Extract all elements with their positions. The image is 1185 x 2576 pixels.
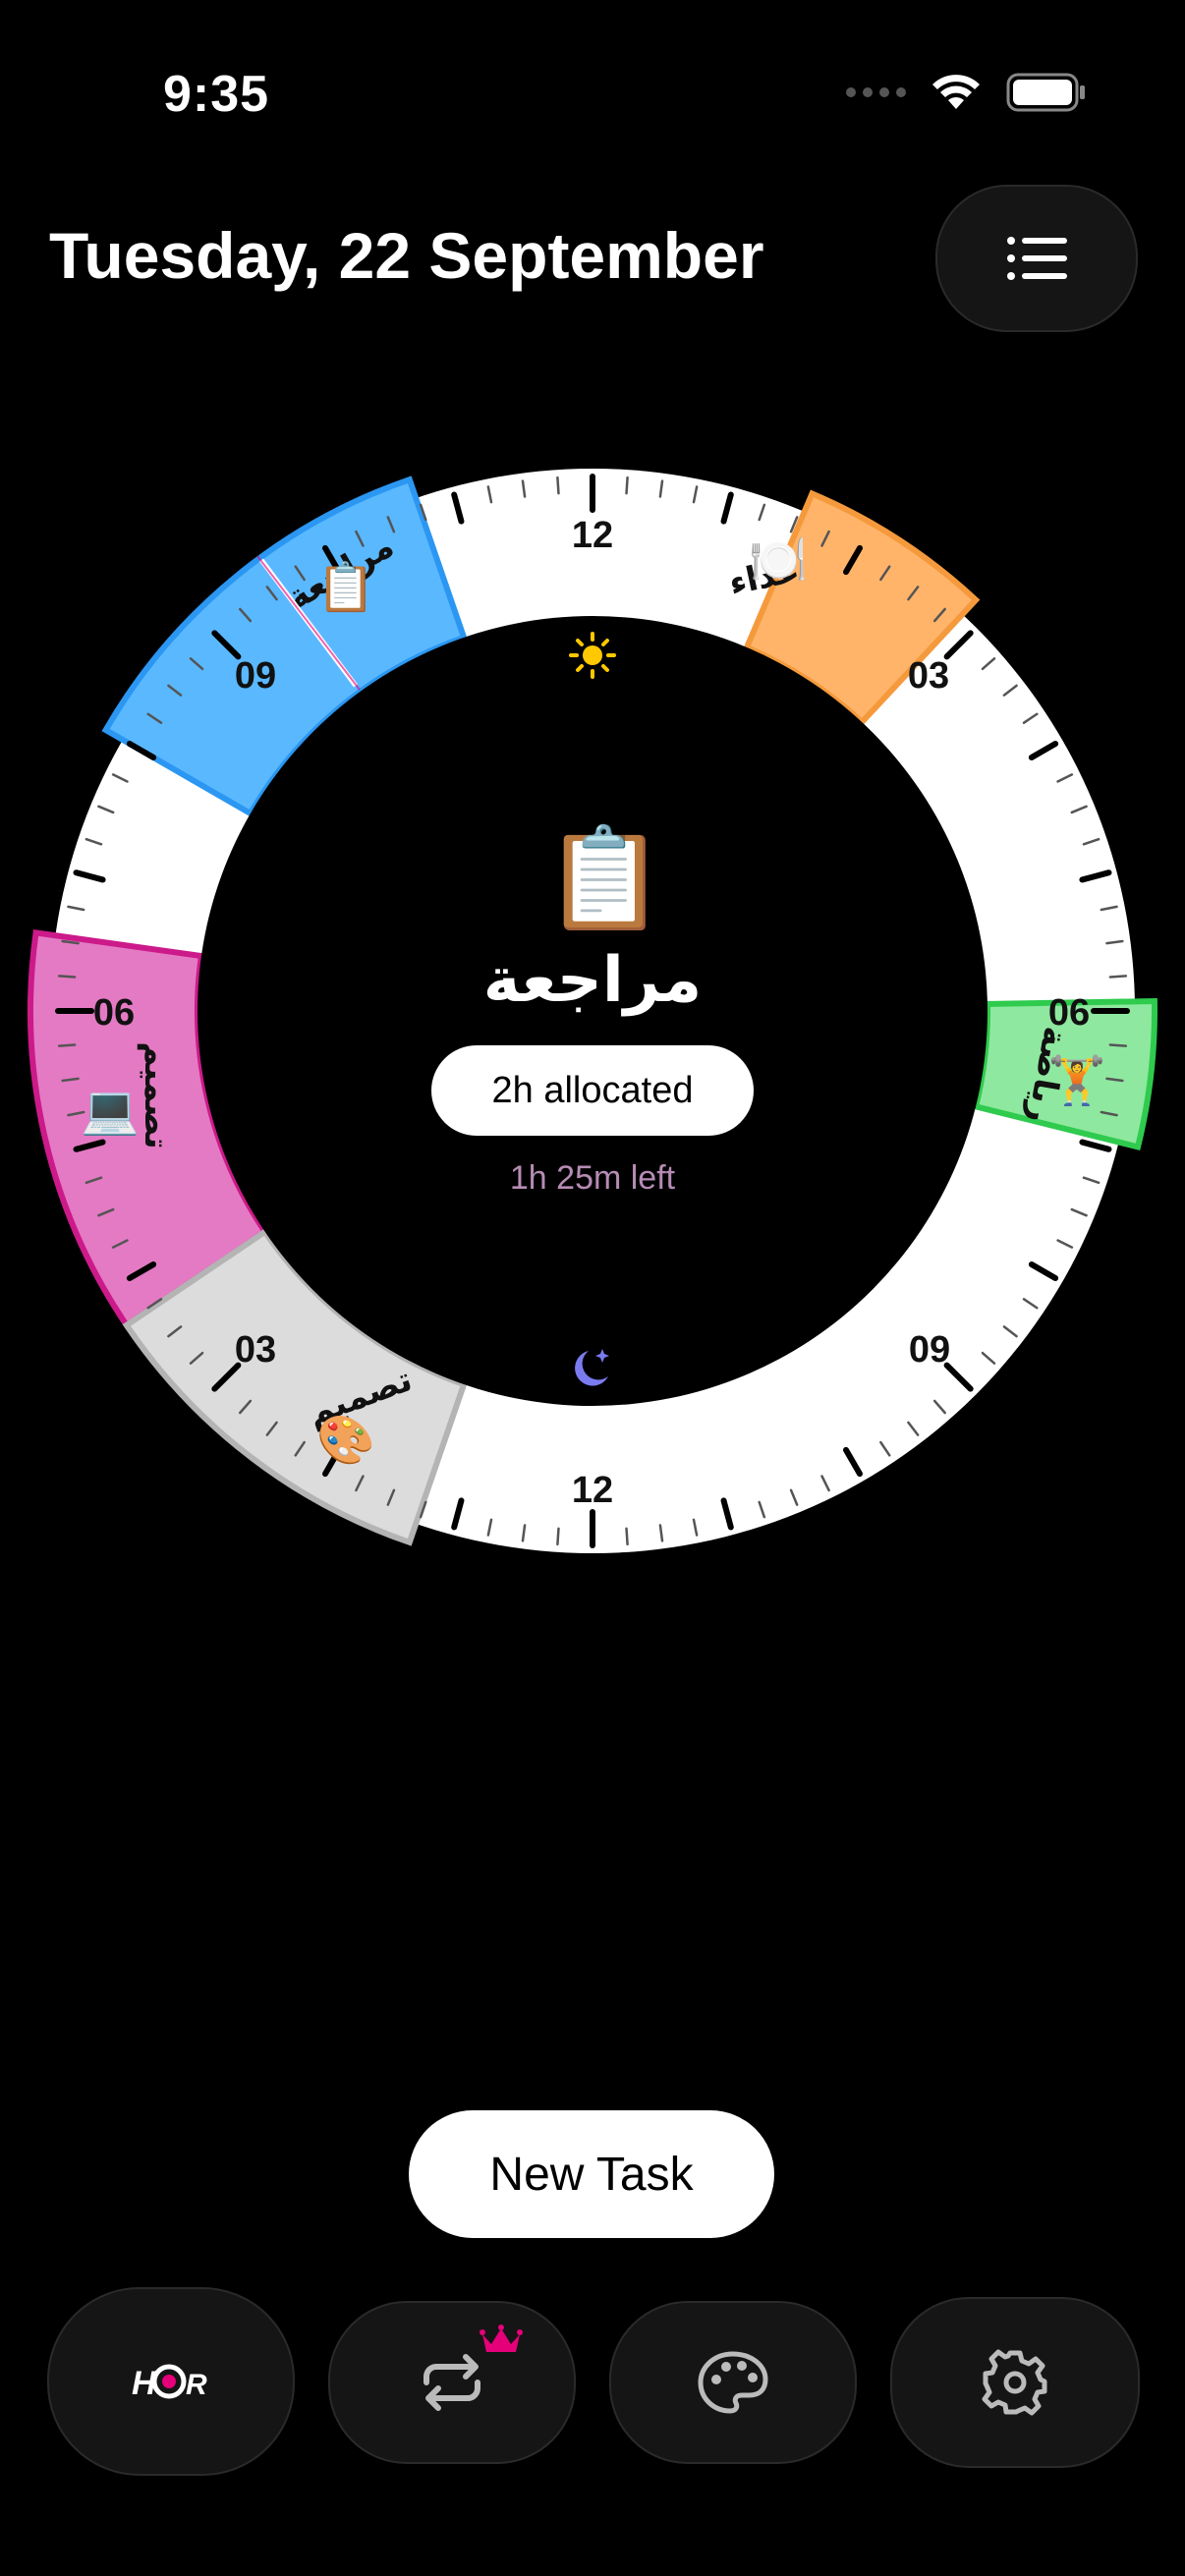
dial-tick bbox=[556, 1527, 560, 1546]
task-segment-emoji: 📋 bbox=[316, 560, 375, 614]
dial-hour-label: 09 bbox=[909, 1329, 950, 1371]
tab-routines[interactable] bbox=[328, 2301, 576, 2464]
tab-settings[interactable] bbox=[890, 2297, 1140, 2468]
task-segment-emoji: 💻 bbox=[81, 1085, 140, 1137]
dial-hour-label: 09 bbox=[235, 655, 276, 697]
task-segment-label: تصميم bbox=[137, 1041, 176, 1149]
dial-hour-label: 12 bbox=[572, 515, 613, 556]
screen: 9:35 Tuesday, 22 September 12 03 09 12 09 03 0… bbox=[0, 0, 1185, 2576]
dial-tick bbox=[625, 1527, 629, 1546]
dial-tick bbox=[556, 476, 560, 495]
dial-hour-label: 03 bbox=[908, 655, 949, 697]
tab-hour[interactable]: H R bbox=[47, 2287, 295, 2476]
dial-hour-label: 06 bbox=[93, 992, 135, 1034]
repeat-icon bbox=[423, 2354, 480, 2411]
time-remaining: 1h 25m left bbox=[509, 1159, 676, 1197]
current-task-name: مراجعة bbox=[482, 944, 703, 1015]
dial-hour-label: 03 bbox=[235, 1329, 276, 1371]
palette-icon bbox=[698, 2351, 768, 2414]
hour-logo-icon: H R bbox=[132, 2364, 207, 2402]
gear-icon bbox=[982, 2349, 1047, 2416]
dial-tick bbox=[625, 476, 629, 495]
current-task-emoji: 📋 bbox=[543, 823, 666, 933]
crown-icon bbox=[480, 2324, 523, 2352]
task-segment-emoji: 🍽️ bbox=[749, 534, 808, 587]
dial-tick bbox=[57, 1043, 77, 1047]
task-segment-emoji: 🏋️ bbox=[1047, 1053, 1106, 1107]
allocated-badge[interactable]: 2h allocated bbox=[431, 1045, 754, 1136]
dial-tick bbox=[1108, 975, 1128, 979]
task-segment-emoji: 🎨 bbox=[316, 1412, 375, 1467]
dial-hour-label: 12 bbox=[572, 1470, 613, 1511]
svg-text:R: R bbox=[186, 2369, 207, 2401]
sun-icon bbox=[569, 632, 616, 679]
new-task-button[interactable]: New Task bbox=[409, 2110, 774, 2238]
dial-tick bbox=[57, 975, 77, 979]
dial-tick bbox=[1108, 1043, 1128, 1047]
tab-themes[interactable] bbox=[609, 2301, 857, 2464]
